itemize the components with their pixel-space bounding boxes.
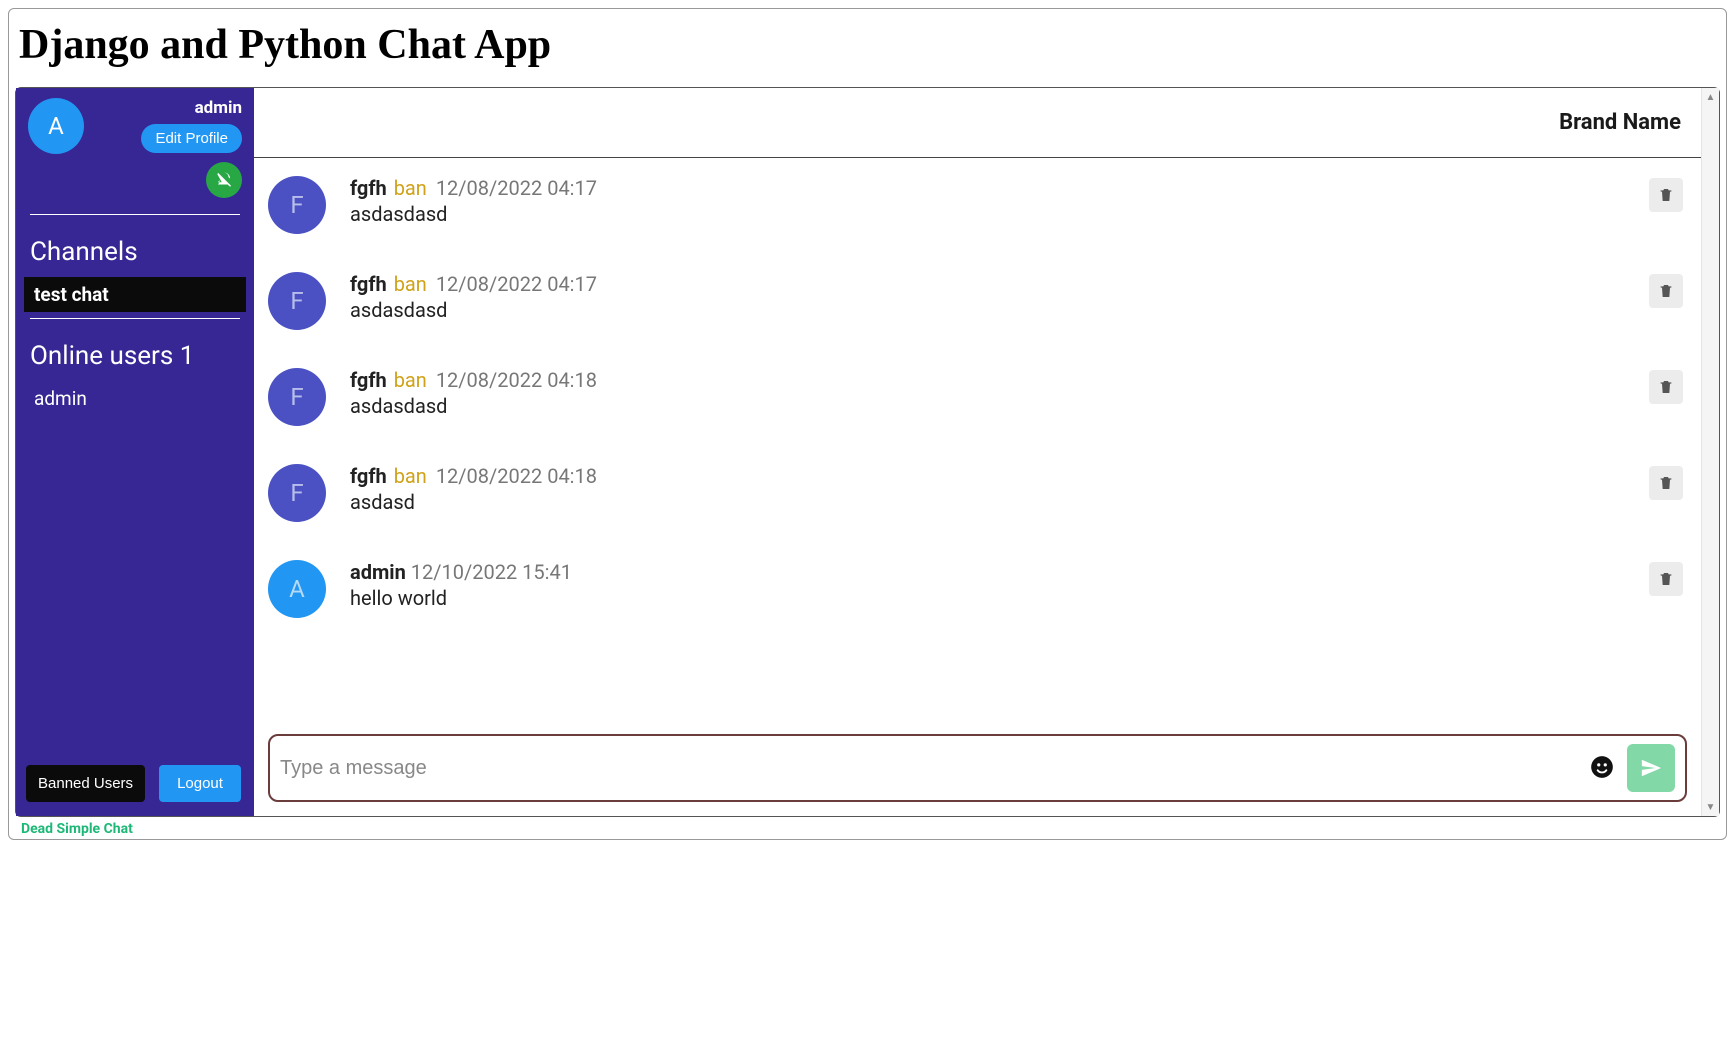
message-row: Aadmin 12/10/2022 15:41hello world xyxy=(268,560,1683,618)
message-avatar[interactable]: F xyxy=(268,272,326,330)
trash-icon xyxy=(1658,379,1674,395)
message-avatar[interactable]: F xyxy=(268,176,326,234)
profile-info: admin Edit Profile xyxy=(84,98,242,153)
message-meta: fgfh ban 12/08/2022 04:18 xyxy=(350,464,1649,488)
message-text: asdasd xyxy=(350,490,1649,514)
brand-name: Brand Name xyxy=(1559,110,1681,135)
page-title: Django and Python Chat App xyxy=(19,21,1720,69)
notification-row xyxy=(16,162,254,208)
message-body: fgfh ban 12/08/2022 04:17asdasdasd xyxy=(350,272,1649,322)
app-window: Django and Python Chat App A admin Edit … xyxy=(8,8,1727,840)
message-username: fgfh xyxy=(350,368,387,392)
channels-heading: Channels xyxy=(16,221,254,277)
paper-plane-icon xyxy=(1640,757,1662,779)
message-composer xyxy=(268,734,1687,802)
trash-icon xyxy=(1658,187,1674,203)
trash-icon xyxy=(1658,571,1674,587)
delete-message-button[interactable] xyxy=(1649,466,1683,500)
message-meta: fgfh ban 12/08/2022 04:17 xyxy=(350,176,1649,200)
message-meta: fgfh ban 12/08/2022 04:17 xyxy=(350,272,1649,296)
message-username: admin xyxy=(350,560,406,584)
message-avatar[interactable]: F xyxy=(268,464,326,522)
delete-message-button[interactable] xyxy=(1649,370,1683,404)
online-user-item[interactable]: admin xyxy=(16,381,254,416)
sidebar-actions: Banned Users Logout xyxy=(16,755,254,816)
divider xyxy=(30,214,240,215)
message-row: Ffgfh ban 12/08/2022 04:17asdasdasd xyxy=(268,176,1683,234)
message-username: fgfh xyxy=(350,176,387,200)
chat-main: Brand Name Ffgfh ban 12/08/2022 04:17asd… xyxy=(254,88,1701,816)
message-username: fgfh xyxy=(350,464,387,488)
message-text: asdasdasd xyxy=(350,394,1649,418)
delete-message-button[interactable] xyxy=(1649,178,1683,212)
delete-message-button[interactable] xyxy=(1649,562,1683,596)
mute-notifications-button[interactable] xyxy=(206,162,242,198)
ban-user-link[interactable]: ban xyxy=(394,368,427,392)
message-body: fgfh ban 12/08/2022 04:18asdasd xyxy=(350,464,1649,514)
online-users-list: admin xyxy=(16,381,254,416)
edit-profile-button[interactable]: Edit Profile xyxy=(141,124,242,153)
message-timestamp: 12/08/2022 04:18 xyxy=(436,368,597,392)
delete-message-button[interactable] xyxy=(1649,274,1683,308)
smile-icon xyxy=(1589,754,1615,780)
message-timestamp: 12/10/2022 15:41 xyxy=(411,560,572,584)
message-body: fgfh ban 12/08/2022 04:17asdasdasd xyxy=(350,176,1649,226)
send-button[interactable] xyxy=(1627,744,1675,792)
sidebar-profile: A admin Edit Profile xyxy=(16,98,254,162)
username-label: admin xyxy=(84,98,242,118)
message-username: fgfh xyxy=(350,272,387,296)
scroll-down-arrow[interactable]: ▼ xyxy=(1702,798,1719,816)
message-body: fgfh ban 12/08/2022 04:18asdasdasd xyxy=(350,368,1649,418)
ban-user-link[interactable]: ban xyxy=(394,464,427,488)
divider xyxy=(30,318,240,319)
channel-item[interactable]: test chat xyxy=(24,277,246,312)
message-text: asdasdasd xyxy=(350,298,1649,322)
footer-link[interactable]: Dead Simple Chat xyxy=(15,817,1720,837)
sidebar-spacer xyxy=(16,416,254,755)
message-text: asdasdasd xyxy=(350,202,1649,226)
channel-list: test chat xyxy=(16,277,254,312)
message-body: admin 12/10/2022 15:41hello world xyxy=(350,560,1649,610)
trash-icon xyxy=(1658,475,1674,491)
message-meta: admin 12/10/2022 15:41 xyxy=(350,560,1649,584)
ban-user-link[interactable]: ban xyxy=(394,176,427,200)
message-timestamp: 12/08/2022 04:17 xyxy=(436,272,597,296)
sidebar: A admin Edit Profile Channels test chat … xyxy=(16,88,254,816)
scrollbar[interactable]: ▲ ▼ xyxy=(1701,88,1719,816)
message-row: Ffgfh ban 12/08/2022 04:18asdasd xyxy=(268,464,1683,522)
message-meta: fgfh ban 12/08/2022 04:18 xyxy=(350,368,1649,392)
emoji-picker-button[interactable] xyxy=(1587,752,1617,785)
ban-user-link[interactable]: ban xyxy=(394,272,427,296)
chat-header: Brand Name xyxy=(254,88,1701,158)
avatar[interactable]: A xyxy=(28,98,84,154)
message-row: Ffgfh ban 12/08/2022 04:18asdasdasd xyxy=(268,368,1683,426)
banned-users-button[interactable]: Banned Users xyxy=(26,765,145,802)
message-text: hello world xyxy=(350,586,1649,610)
message-list[interactable]: Ffgfh ban 12/08/2022 04:17asdasdasdFfgfh… xyxy=(254,158,1701,728)
scroll-track[interactable] xyxy=(1702,106,1719,798)
scroll-up-arrow[interactable]: ▲ xyxy=(1702,88,1719,106)
chat-widget: A admin Edit Profile Channels test chat … xyxy=(15,87,1720,817)
trash-icon xyxy=(1658,283,1674,299)
message-row: Ffgfh ban 12/08/2022 04:17asdasdasd xyxy=(268,272,1683,330)
message-avatar[interactable]: F xyxy=(268,368,326,426)
logout-button[interactable]: Logout xyxy=(159,765,241,802)
bell-slash-icon xyxy=(215,171,233,189)
message-input[interactable] xyxy=(280,757,1577,780)
message-timestamp: 12/08/2022 04:17 xyxy=(436,176,597,200)
message-avatar[interactable]: A xyxy=(268,560,326,618)
online-users-heading: Online users 1 xyxy=(16,325,254,381)
message-timestamp: 12/08/2022 04:18 xyxy=(436,464,597,488)
